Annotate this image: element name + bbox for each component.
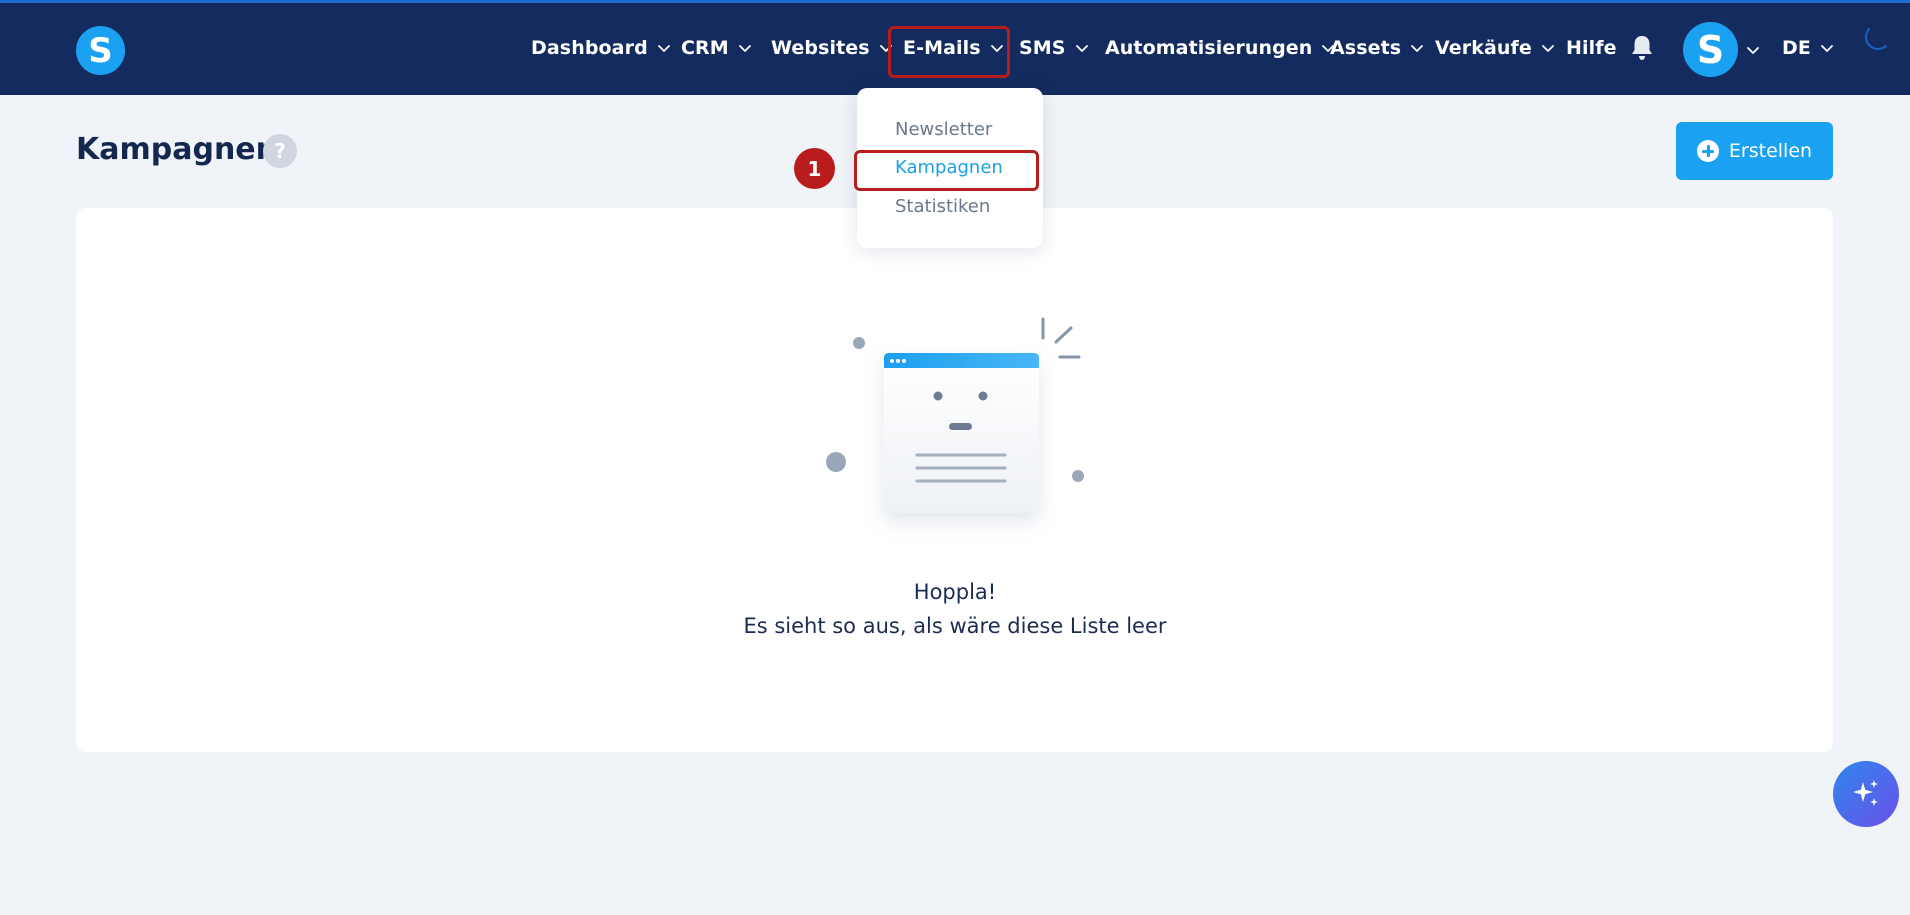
nav-hilfe-label: Hilfe xyxy=(1566,37,1617,59)
avatar-menu-toggle[interactable] xyxy=(1746,33,1760,67)
empty-state-title: Hoppla! xyxy=(913,580,997,604)
top-navigation-bar: S Dashboard CRM Websites E-Mails SMS Aut… xyxy=(0,0,1910,95)
step-number-badge: 1 xyxy=(794,148,835,189)
nav-crm[interactable]: CRM xyxy=(681,31,752,65)
nav-automatisierungen[interactable]: Automatisierungen xyxy=(1105,31,1335,65)
chevron-down-icon xyxy=(657,41,671,55)
nav-dashboard-label: Dashboard xyxy=(531,37,648,59)
language-label: DE xyxy=(1782,37,1811,59)
nav-verkaufe[interactable]: Verkäufe xyxy=(1435,31,1555,65)
user-avatar[interactable]: S xyxy=(1683,22,1738,77)
create-button[interactable]: Erstellen xyxy=(1676,122,1833,180)
language-selector[interactable]: DE xyxy=(1782,31,1834,65)
nav-automatisierungen-label: Automatisierungen xyxy=(1105,37,1313,59)
chevron-down-icon xyxy=(1075,41,1089,55)
help-icon[interactable]: ? xyxy=(263,134,297,168)
app-logo[interactable]: S xyxy=(76,26,125,75)
chevron-down-icon xyxy=(1746,43,1760,57)
nav-sms-label: SMS xyxy=(1019,37,1066,59)
nav-crm-label: CRM xyxy=(681,37,729,59)
dropdown-item-newsletter[interactable]: Newsletter xyxy=(895,119,992,140)
ai-assistant-button[interactable] xyxy=(1833,761,1899,827)
chevron-down-icon xyxy=(1541,41,1555,55)
nav-websites[interactable]: Websites xyxy=(771,31,893,65)
nav-assets-label: Assets xyxy=(1330,37,1402,59)
dropdown-item-statistiken[interactable]: Statistiken xyxy=(895,196,990,217)
chevron-down-icon xyxy=(1820,41,1834,55)
bell-icon[interactable] xyxy=(1629,34,1655,62)
kampagnen-highlight-box xyxy=(854,150,1039,191)
sparkles-icon xyxy=(1853,780,1878,806)
nav-sms[interactable]: SMS xyxy=(1019,31,1089,65)
empty-list-illustration xyxy=(826,317,1084,513)
nav-dashboard[interactable]: Dashboard xyxy=(531,31,671,65)
plus-circle-icon xyxy=(1696,140,1719,162)
empty-state-message: Es sieht so aus, als wäre diese Liste le… xyxy=(743,614,1167,638)
page-title: Kampagnen xyxy=(76,132,278,167)
nav-websites-label: Websites xyxy=(771,37,870,59)
create-button-label: Erstellen xyxy=(1728,140,1813,162)
loading-spinner-icon xyxy=(1865,24,1891,50)
nav-verkaufe-label: Verkäufe xyxy=(1435,37,1532,59)
emails-highlight-box xyxy=(888,26,1010,78)
nav-assets[interactable]: Assets xyxy=(1330,31,1424,65)
chevron-down-icon xyxy=(738,41,752,55)
chevron-down-icon xyxy=(1410,41,1424,55)
nav-hilfe[interactable]: Hilfe xyxy=(1566,31,1617,65)
